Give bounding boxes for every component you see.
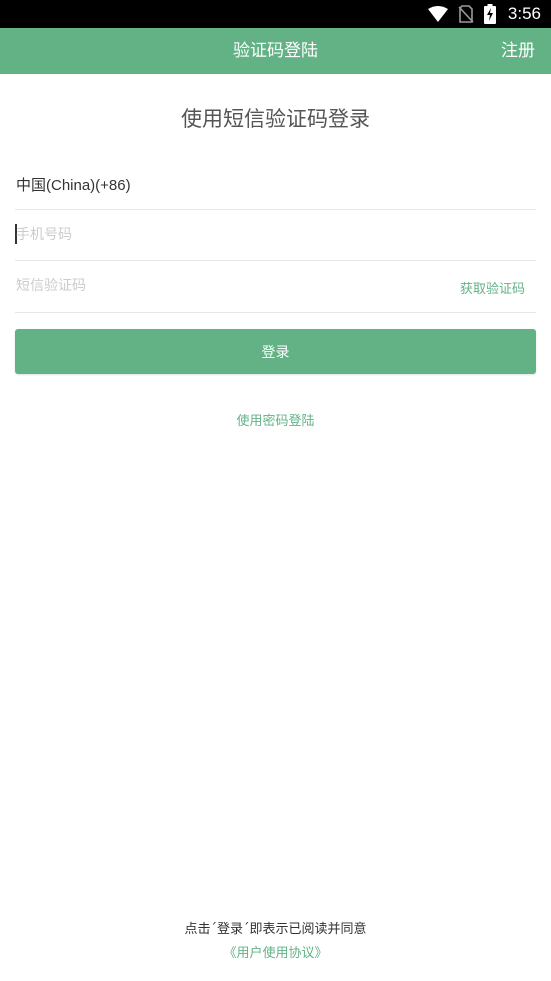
status-bar: 3:56	[0, 0, 551, 28]
battery-charging-icon	[483, 4, 496, 24]
phone-input[interactable]	[15, 222, 436, 248]
get-code-button[interactable]: 获取验证码	[460, 278, 525, 297]
status-time: 3:56	[507, 4, 541, 23]
country-selector[interactable]: 中国(China)(+86)	[15, 159, 536, 210]
password-login-link[interactable]: 使用密码登陆	[236, 414, 314, 429]
sms-code-input[interactable]	[15, 273, 436, 299]
page-heading: 使用短信验证码登录	[181, 107, 370, 131]
app-bar: 验证码登陆 注册	[0, 28, 551, 74]
register-button[interactable]: 注册	[501, 28, 535, 74]
phone-field-row	[15, 210, 536, 261]
login-button[interactable]: 登录	[15, 329, 536, 374]
no-sim-icon	[458, 5, 474, 23]
agreement-row: 《用户使用协议》	[0, 942, 551, 961]
app-title: 验证码登陆	[233, 41, 318, 61]
agreement-note: 点击´登录´即表示已阅读并同意	[184, 922, 367, 937]
wifi-icon	[427, 6, 448, 22]
status-icons: 3:56	[427, 0, 541, 28]
sms-code-field-row: 获取验证码	[15, 261, 536, 313]
country-code-label: 中国(China)(+86)	[16, 177, 131, 194]
password-login-row: 使用密码登陆	[0, 410, 551, 429]
user-agreement-link[interactable]: 《用户使用协议》	[223, 946, 327, 961]
